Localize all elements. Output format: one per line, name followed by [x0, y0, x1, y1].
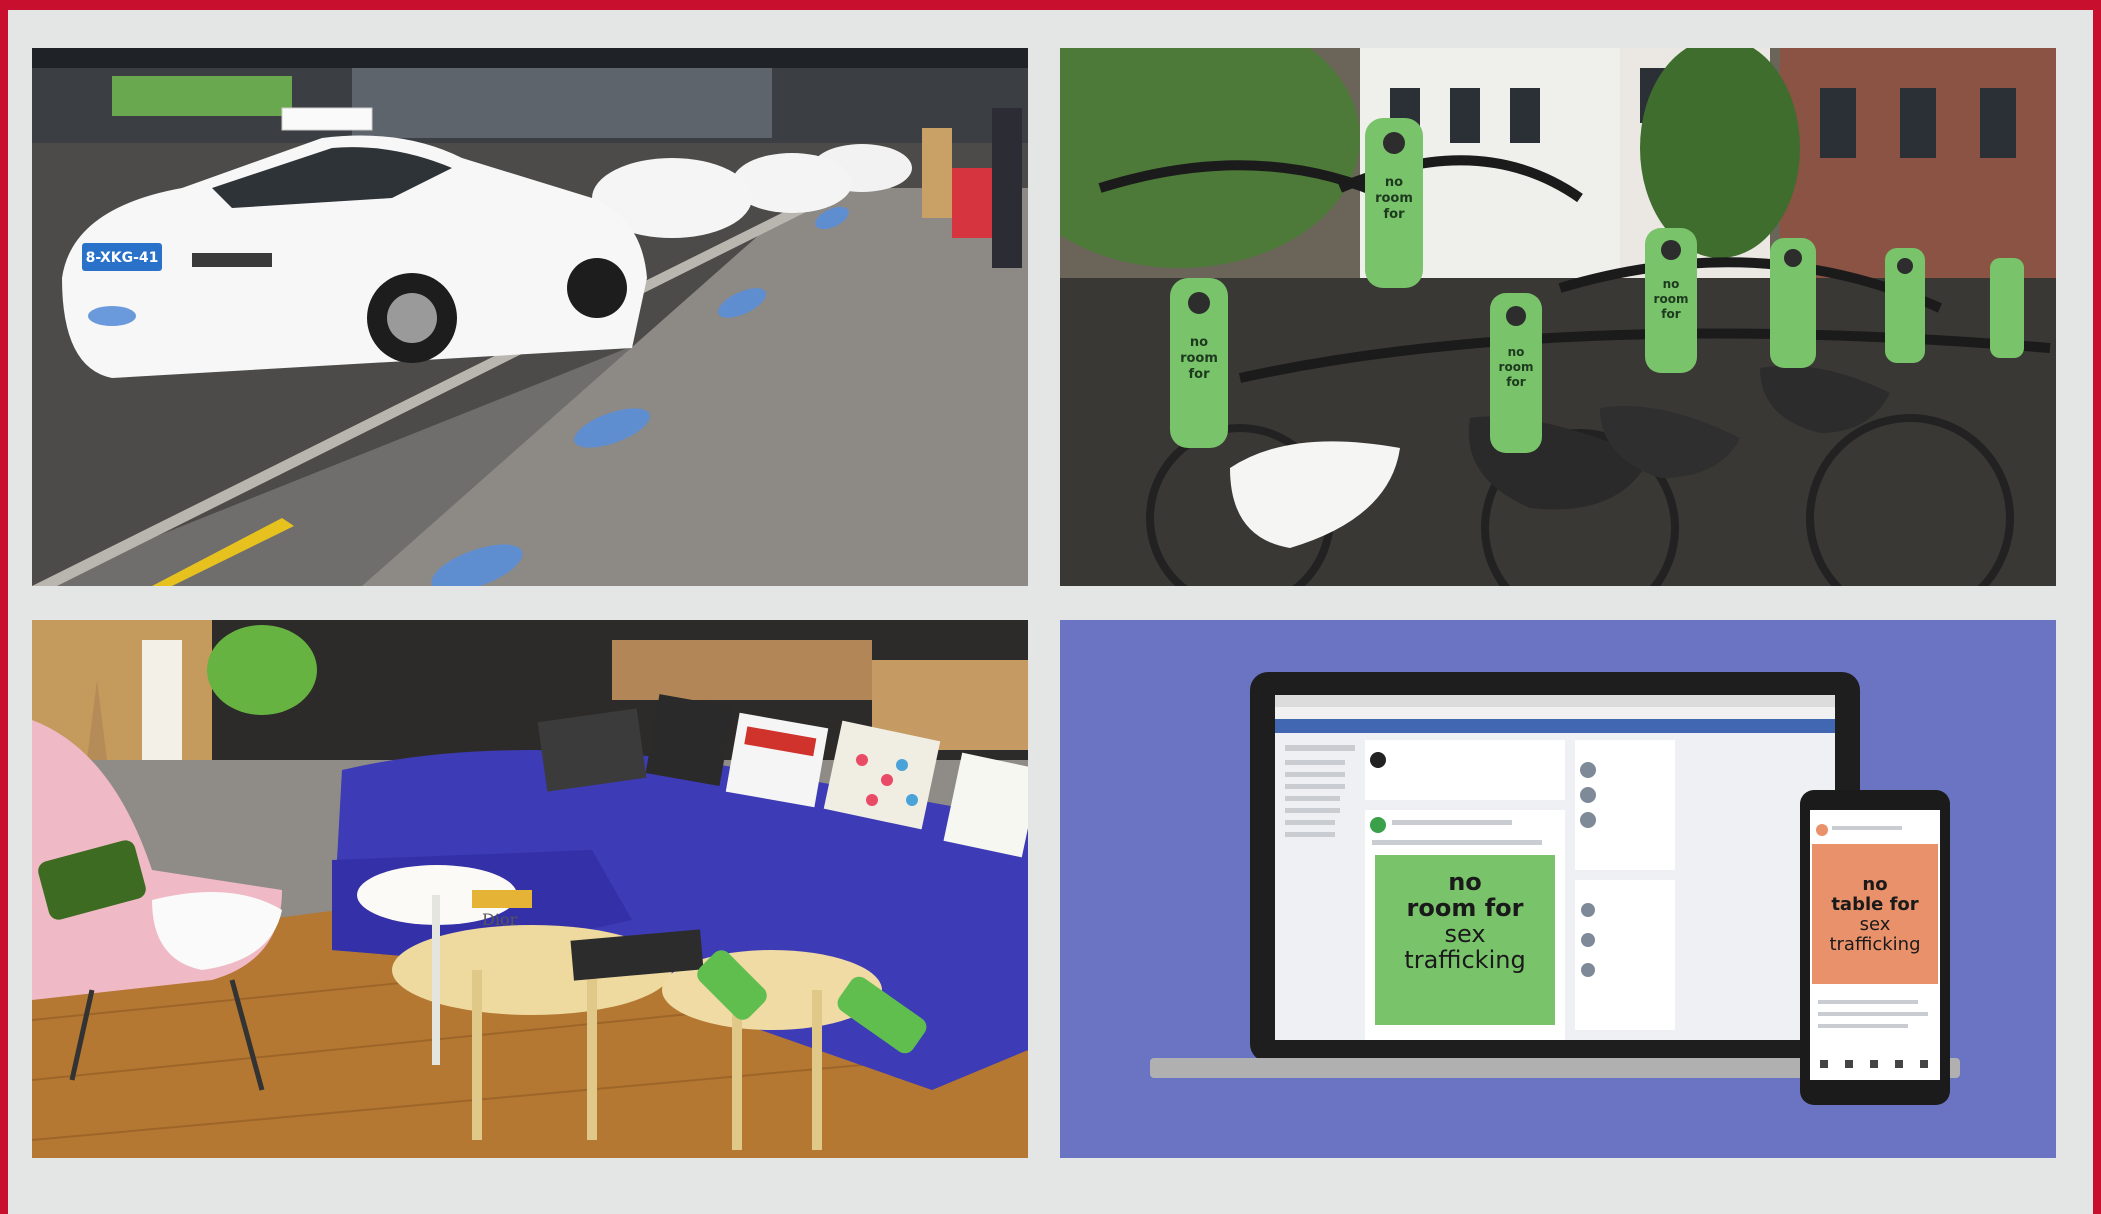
svg-text:table for: table for — [1831, 894, 1918, 915]
taxi-license-plate: 8-XKG-41 — [86, 250, 159, 266]
svg-text:no: no — [1448, 868, 1482, 896]
svg-text:no: no — [1508, 345, 1525, 359]
dior-book: Dior — [482, 910, 518, 929]
door-hanger-tag — [1770, 238, 1816, 368]
photo-bike-rack: no room for no room for no room for no r… — [1060, 48, 2056, 586]
door-hanger-tag — [1885, 248, 1925, 363]
door-hanger-tag — [1990, 258, 2024, 358]
svg-text:room: room — [1180, 351, 1218, 366]
svg-text:no: no — [1190, 335, 1208, 350]
svg-text:room: room — [1654, 292, 1689, 306]
svg-text:trafficking: trafficking — [1404, 946, 1525, 974]
facebook-navbar — [1275, 719, 1835, 733]
svg-text:no: no — [1385, 175, 1403, 190]
svg-text:room for: room for — [1407, 894, 1524, 922]
svg-text:sex: sex — [1444, 920, 1485, 948]
svg-text:for: for — [1189, 367, 1211, 382]
photo-taxi-rank: 8-XKG-41 — [32, 48, 1028, 586]
svg-text:no: no — [1663, 277, 1680, 291]
door-hanger-tag: no room for — [1645, 228, 1697, 373]
svg-text:for: for — [1661, 307, 1680, 321]
devices-mockup: no room for sex trafficking no table for… — [1060, 620, 2056, 1158]
svg-text:sex: sex — [1860, 914, 1891, 935]
svg-text:no: no — [1862, 874, 1887, 895]
door-hanger-tag: no room for — [1490, 293, 1542, 453]
photo-lounge: Dior — [32, 620, 1028, 1158]
door-hanger-tag: no room for — [1170, 278, 1228, 448]
svg-text:for: for — [1384, 207, 1406, 222]
svg-text:for: for — [1506, 375, 1525, 389]
svg-text:room: room — [1499, 360, 1534, 374]
svg-text:trafficking: trafficking — [1829, 934, 1920, 955]
door-hanger-tag: no room for — [1365, 118, 1423, 288]
svg-text:room: room — [1375, 191, 1413, 206]
